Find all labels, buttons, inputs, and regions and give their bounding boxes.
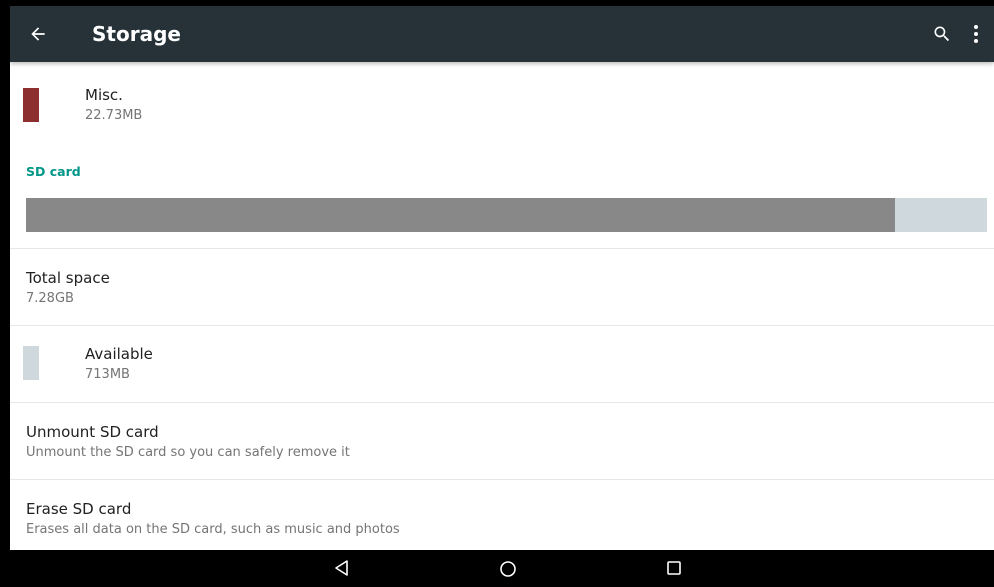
available-label: Available bbox=[85, 345, 153, 363]
sd-card-section-header: SD card bbox=[26, 164, 81, 179]
sd-usage-bar-used bbox=[26, 198, 895, 232]
system-navigation-bar bbox=[0, 550, 994, 587]
sd-usage-bar bbox=[26, 198, 987, 232]
erase-sd-card-item[interactable]: Erase SD card Erases all data on the SD … bbox=[10, 480, 994, 556]
arrow-back-icon bbox=[31, 27, 45, 41]
app-bar: Storage bbox=[10, 6, 994, 62]
search-button[interactable] bbox=[922, 6, 962, 62]
erase-label: Erase SD card bbox=[26, 500, 132, 518]
nav-home-icon bbox=[500, 561, 516, 577]
available-row[interactable]: Available 713MB bbox=[10, 326, 994, 402]
misc-row[interactable]: Misc. 22.73MB bbox=[10, 62, 994, 142]
unmount-sd-card-item[interactable]: Unmount SD card Unmount the SD card so y… bbox=[10, 403, 994, 479]
misc-value: 22.73MB bbox=[85, 108, 143, 123]
misc-color-swatch bbox=[23, 88, 39, 122]
total-space-row: Total space 7.28GB bbox=[10, 249, 994, 325]
erase-summary: Erases all data on the SD card, such as … bbox=[26, 522, 400, 537]
available-color-swatch bbox=[23, 346, 39, 380]
back-button[interactable] bbox=[10, 6, 66, 62]
nav-recents-button[interactable] bbox=[659, 560, 689, 587]
unmount-summary: Unmount the SD card so you can safely re… bbox=[26, 445, 350, 460]
unmount-label: Unmount SD card bbox=[26, 423, 159, 441]
storage-screen: Storage Misc. 22.73MB SD card Total spac… bbox=[10, 6, 994, 587]
total-space-label: Total space bbox=[26, 269, 110, 287]
nav-back-button[interactable] bbox=[327, 560, 357, 587]
more-vert-icon bbox=[974, 25, 978, 43]
nav-back-icon bbox=[335, 560, 348, 576]
misc-label: Misc. bbox=[85, 86, 123, 104]
page-title: Storage bbox=[92, 22, 181, 46]
search-icon bbox=[934, 26, 950, 42]
nav-recents-icon bbox=[667, 561, 681, 575]
more-options-button[interactable] bbox=[962, 6, 990, 62]
nav-home-button[interactable] bbox=[493, 560, 523, 587]
available-value: 713MB bbox=[85, 367, 130, 382]
total-space-value: 7.28GB bbox=[26, 291, 74, 306]
